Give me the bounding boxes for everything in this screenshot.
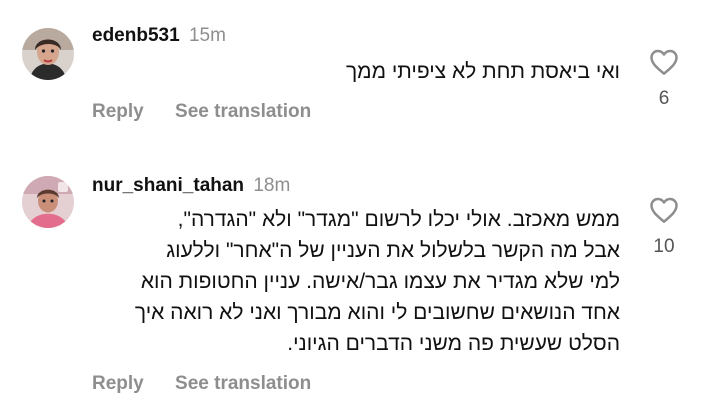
comment-text-line: למי שלא מגדיר את עצמו גבר/אישה. עניין הח… xyxy=(140,270,620,293)
comment-timestamp: 15m xyxy=(188,25,226,46)
heart-outline-icon[interactable] xyxy=(649,48,679,76)
comment-text-line: אחד הנושאים שחשובים לי והוא מבורך ואני ל… xyxy=(134,301,620,324)
heart-outline-icon[interactable] xyxy=(649,196,679,224)
comment-timestamp: 18m xyxy=(253,175,291,196)
avatar-image xyxy=(22,176,74,228)
like-control: 6 xyxy=(647,48,681,110)
comment-header: nur_shani_tahan 18m xyxy=(92,174,290,198)
like-count: 6 xyxy=(658,88,670,109)
comment-text-line: ממש מאכזב. אולי יכלו לרשום "מגדר" ולא "ה… xyxy=(177,208,620,231)
avatar[interactable] xyxy=(22,28,74,80)
comment-text-line: ואי ביאסת תחת לא ציפיתי ממך xyxy=(345,60,620,83)
avatar-image xyxy=(22,28,74,80)
see-translation-button[interactable]: See translation xyxy=(175,101,311,122)
like-count: 10 xyxy=(653,236,675,257)
comment-text: ממש מאכזב. אולי יכלו לרשום "מגדר" ולא "ה… xyxy=(88,204,620,359)
comment-text-line: אבל מה הקשר בלשלול את העניין של ה"אחר" ו… xyxy=(166,239,620,262)
reply-button[interactable]: Reply xyxy=(92,101,144,122)
comment-actions: Reply See translation xyxy=(92,372,311,396)
comment-item: edenb531 15m ואי ביאסת תחת לא ציפיתי ממך… xyxy=(0,0,711,140)
comment-text: ואי ביאסת תחת לא ציפיתי ממך xyxy=(88,58,620,86)
comment-header: edenb531 15m xyxy=(92,24,226,48)
comment-item: nur_shani_tahan 18m ממש מאכזב. אולי יכלו… xyxy=(0,160,711,400)
see-translation-button[interactable]: See translation xyxy=(175,373,311,394)
username-link[interactable]: nur_shani_tahan xyxy=(92,175,244,196)
like-control: 10 xyxy=(647,196,681,258)
comment-text-line: הסלט שעשית פה משני הדברים הגיוני. xyxy=(287,332,620,355)
reply-button[interactable]: Reply xyxy=(92,373,144,394)
username-link[interactable]: edenb531 xyxy=(92,25,180,46)
avatar[interactable] xyxy=(22,176,74,228)
comment-actions: Reply See translation xyxy=(92,100,311,124)
